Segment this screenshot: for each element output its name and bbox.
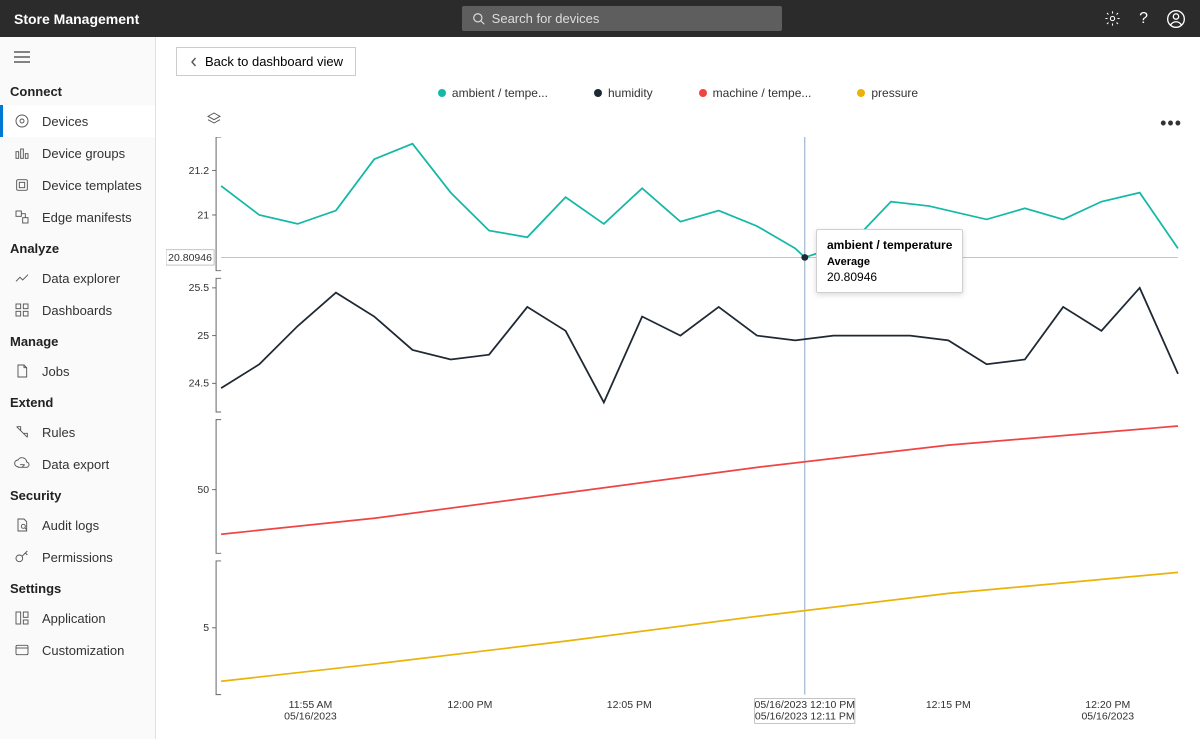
sidebar-item-rules[interactable]: Rules bbox=[0, 416, 155, 448]
svg-text:12:05 PM: 12:05 PM bbox=[607, 700, 652, 711]
nav-icon bbox=[14, 642, 30, 658]
svg-text:05/16/2023: 05/16/2023 bbox=[284, 712, 337, 723]
svg-text:25: 25 bbox=[197, 331, 209, 342]
more-icon[interactable]: ••• bbox=[1160, 113, 1182, 134]
search-icon bbox=[472, 12, 486, 26]
section-header: Extend bbox=[0, 387, 155, 416]
section-header: Manage bbox=[0, 326, 155, 355]
search-wrap bbox=[462, 6, 782, 31]
sidebar-item-device-templates[interactable]: Device templates bbox=[0, 169, 155, 201]
sidebar-item-audit-logs[interactable]: Audit logs bbox=[0, 509, 155, 541]
section-header: Settings bbox=[0, 573, 155, 602]
nav-icon bbox=[14, 209, 30, 225]
sidebar-item-edge-manifests[interactable]: Edge manifests bbox=[0, 201, 155, 233]
hover-tooltip: ambient / temperature Average 20.80946 bbox=[816, 229, 963, 293]
search-input[interactable] bbox=[462, 6, 782, 31]
svg-text:12:00 PM: 12:00 PM bbox=[447, 700, 492, 711]
sidebar-item-label: Rules bbox=[42, 425, 75, 440]
sidebar-item-data-explorer[interactable]: Data explorer bbox=[0, 262, 155, 294]
topbar-icons: ? bbox=[1104, 9, 1186, 29]
svg-text:25.5: 25.5 bbox=[189, 283, 210, 294]
legend-label: humidity bbox=[608, 86, 653, 100]
sidebar-item-dashboards[interactable]: Dashboards bbox=[0, 294, 155, 326]
svg-text:24.5: 24.5 bbox=[189, 379, 210, 390]
sidebar-item-label: Device templates bbox=[42, 178, 142, 193]
svg-text:21: 21 bbox=[197, 211, 209, 222]
legend-dot bbox=[857, 89, 865, 97]
tooltip-label: Average bbox=[827, 256, 952, 268]
legend-label: pressure bbox=[871, 86, 918, 100]
sidebar-item-label: Data export bbox=[42, 457, 109, 472]
sidebar-item-jobs[interactable]: Jobs bbox=[0, 355, 155, 387]
nav-icon bbox=[14, 302, 30, 318]
legend-dot bbox=[438, 89, 446, 97]
sidebar-item-data-export[interactable]: Data export bbox=[0, 448, 155, 480]
svg-text:05/16/2023 12:10 PM: 05/16/2023 12:10 PM bbox=[755, 700, 856, 711]
sidebar-item-customization[interactable]: Customization bbox=[0, 634, 155, 666]
gear-icon[interactable] bbox=[1104, 10, 1121, 27]
section-header: Connect bbox=[0, 76, 155, 105]
nav-icon bbox=[14, 610, 30, 626]
tooltip-value: 20.80946 bbox=[827, 270, 952, 284]
layers-icon[interactable] bbox=[206, 111, 222, 132]
sidebar-item-label: Customization bbox=[42, 643, 124, 658]
legend-item[interactable]: humidity bbox=[594, 86, 653, 100]
svg-text:12:15 PM: 12:15 PM bbox=[926, 700, 971, 711]
sidebar: Connect Devices Device groups Device templa… bbox=[0, 37, 156, 739]
sidebar-item-devices[interactable]: Devices bbox=[0, 105, 155, 137]
svg-text:20.80946: 20.80946 bbox=[168, 253, 212, 264]
nav-icon bbox=[14, 517, 30, 533]
nav-icon bbox=[14, 177, 30, 193]
svg-text:05/16/2023 12:11 PM: 05/16/2023 12:11 PM bbox=[755, 712, 855, 723]
sidebar-item-label: Edge manifests bbox=[42, 210, 132, 225]
legend-label: ambient / tempe... bbox=[452, 86, 548, 100]
nav-icon bbox=[14, 549, 30, 565]
legend-item[interactable]: pressure bbox=[857, 86, 918, 100]
sidebar-item-label: Data explorer bbox=[42, 271, 120, 286]
legend-item[interactable]: machine / tempe... bbox=[699, 86, 812, 100]
sidebar-item-label: Application bbox=[42, 611, 106, 626]
legend-dot bbox=[699, 89, 707, 97]
nav-icon bbox=[14, 113, 30, 129]
svg-text:05/16/2023: 05/16/2023 bbox=[1081, 712, 1134, 723]
svg-text:5: 5 bbox=[203, 623, 209, 634]
nav-icon bbox=[14, 270, 30, 286]
sidebar-item-device-groups[interactable]: Device groups bbox=[0, 137, 155, 169]
sidebar-item-label: Jobs bbox=[42, 364, 69, 379]
content: Back to dashboard view ambient / tempe..… bbox=[156, 37, 1200, 739]
legend-label: machine / tempe... bbox=[713, 86, 812, 100]
nav-icon bbox=[14, 456, 30, 472]
app-title: Store Management bbox=[14, 11, 139, 27]
sidebar-item-label: Permissions bbox=[42, 550, 113, 565]
sidebar-item-label: Device groups bbox=[42, 146, 125, 161]
chevron-left-icon bbox=[189, 57, 199, 67]
svg-text:21.2: 21.2 bbox=[189, 166, 210, 177]
nav-icon bbox=[14, 424, 30, 440]
legend-item[interactable]: ambient / tempe... bbox=[438, 86, 548, 100]
svg-text:11:55 AM: 11:55 AM bbox=[289, 700, 333, 711]
chart-legend: ambient / tempe... humidity machine / temp… bbox=[156, 86, 1200, 100]
sidebar-item-label: Audit logs bbox=[42, 518, 99, 533]
section-header: Security bbox=[0, 480, 155, 509]
chart-area[interactable]: 2121.220.8094624.52525.550511:55 AM05/16… bbox=[166, 137, 1188, 729]
sidebar-item-permissions[interactable]: Permissions bbox=[0, 541, 155, 573]
svg-text:50: 50 bbox=[197, 485, 209, 496]
account-icon[interactable] bbox=[1166, 9, 1186, 29]
back-button[interactable]: Back to dashboard view bbox=[176, 47, 356, 76]
section-header: Analyze bbox=[0, 233, 155, 262]
nav-icon bbox=[14, 363, 30, 379]
tooltip-title: ambient / temperature bbox=[827, 238, 952, 252]
hamburger-icon[interactable] bbox=[0, 45, 155, 76]
topbar: Store Management ? bbox=[0, 0, 1200, 37]
sidebar-item-application[interactable]: Application bbox=[0, 602, 155, 634]
sidebar-item-label: Dashboards bbox=[42, 303, 112, 318]
sidebar-item-label: Devices bbox=[42, 114, 88, 129]
help-icon[interactable]: ? bbox=[1139, 10, 1148, 28]
legend-dot bbox=[594, 89, 602, 97]
nav-icon bbox=[14, 145, 30, 161]
svg-text:12:20 PM: 12:20 PM bbox=[1085, 700, 1130, 711]
